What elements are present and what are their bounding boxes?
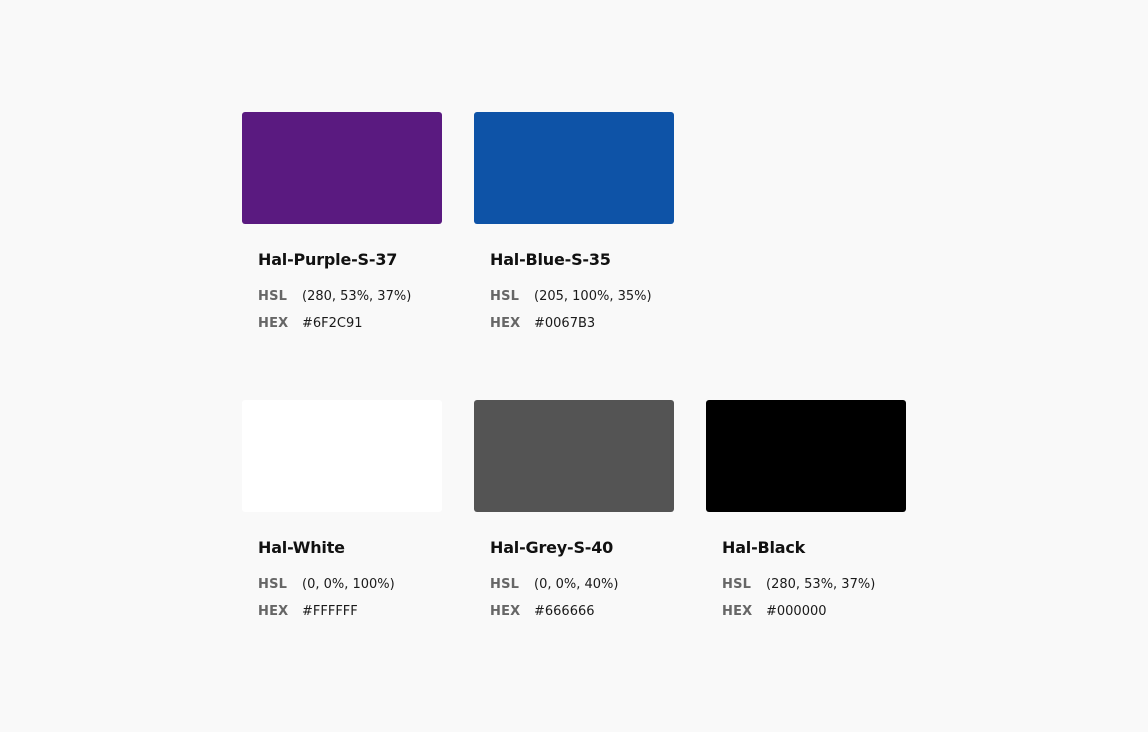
color-swatch <box>242 112 442 224</box>
hex-row: HEX #666666 <box>490 604 595 619</box>
hsl-label: HSL <box>258 577 288 592</box>
swatch-card-grey: Hal-Grey-S-40 HSL (0, 0%, 40%) HEX #666666 <box>474 400 674 619</box>
color-name: Hal-White <box>258 538 345 557</box>
hsl-value: (280, 53%, 37%) <box>302 289 412 304</box>
hex-row: HEX #0067B3 <box>490 316 595 331</box>
hex-label: HEX <box>258 316 289 331</box>
hsl-row: HSL (205, 100%, 35%) <box>490 289 652 304</box>
swatch-card-white: Hal-White HSL (0, 0%, 100%) HEX #FFFFFF <box>242 400 442 619</box>
hex-value: #0067B3 <box>534 316 596 331</box>
hsl-row: HSL (280, 53%, 37%) <box>722 577 875 592</box>
color-swatch <box>242 400 442 512</box>
hsl-row: HSL (0, 0%, 40%) <box>490 577 618 592</box>
hsl-value: (280, 53%, 37%) <box>766 577 876 592</box>
color-name: Hal-Purple-S-37 <box>258 250 398 269</box>
swatch-card-purple: Hal-Purple-S-37 HSL (280, 53%, 37%) HEX #6… <box>242 112 442 331</box>
hex-value: #666666 <box>534 604 595 619</box>
color-swatch <box>706 400 906 512</box>
hsl-row: HSL (280, 53%, 37%) <box>258 289 411 304</box>
hsl-value: (0, 0%, 40%) <box>534 577 619 592</box>
swatch-card-black: Hal-Black HSL (280, 53%, 37%) HEX #000000 <box>706 400 906 619</box>
color-swatch <box>474 112 674 224</box>
hex-label: HEX <box>490 316 521 331</box>
hsl-value: (205, 100%, 35%) <box>534 289 652 304</box>
hex-label: HEX <box>258 604 289 619</box>
color-name: Hal-Blue-S-35 <box>490 250 611 269</box>
hsl-label: HSL <box>490 577 520 592</box>
swatch-card-blue: Hal-Blue-S-35 HSL (205, 100%, 35%) HEX #00… <box>474 112 674 331</box>
color-swatch <box>474 400 674 512</box>
hex-row: HEX #000000 <box>722 604 827 619</box>
hex-row: HEX #FFFFFF <box>258 604 358 619</box>
color-name: Hal-Black <box>722 538 806 557</box>
hsl-label: HSL <box>722 577 752 592</box>
hex-row: HEX #6F2C91 <box>258 316 363 331</box>
hsl-value: (0, 0%, 100%) <box>302 577 395 592</box>
color-name: Hal-Grey-S-40 <box>490 538 614 557</box>
hsl-row: HSL (0, 0%, 100%) <box>258 577 395 592</box>
hsl-label: HSL <box>258 289 288 304</box>
hsl-label: HSL <box>490 289 520 304</box>
hex-value: #000000 <box>766 604 827 619</box>
hex-value: #6F2C91 <box>302 316 363 331</box>
hex-label: HEX <box>490 604 521 619</box>
hex-label: HEX <box>722 604 753 619</box>
hex-value: #FFFFFF <box>302 604 358 619</box>
